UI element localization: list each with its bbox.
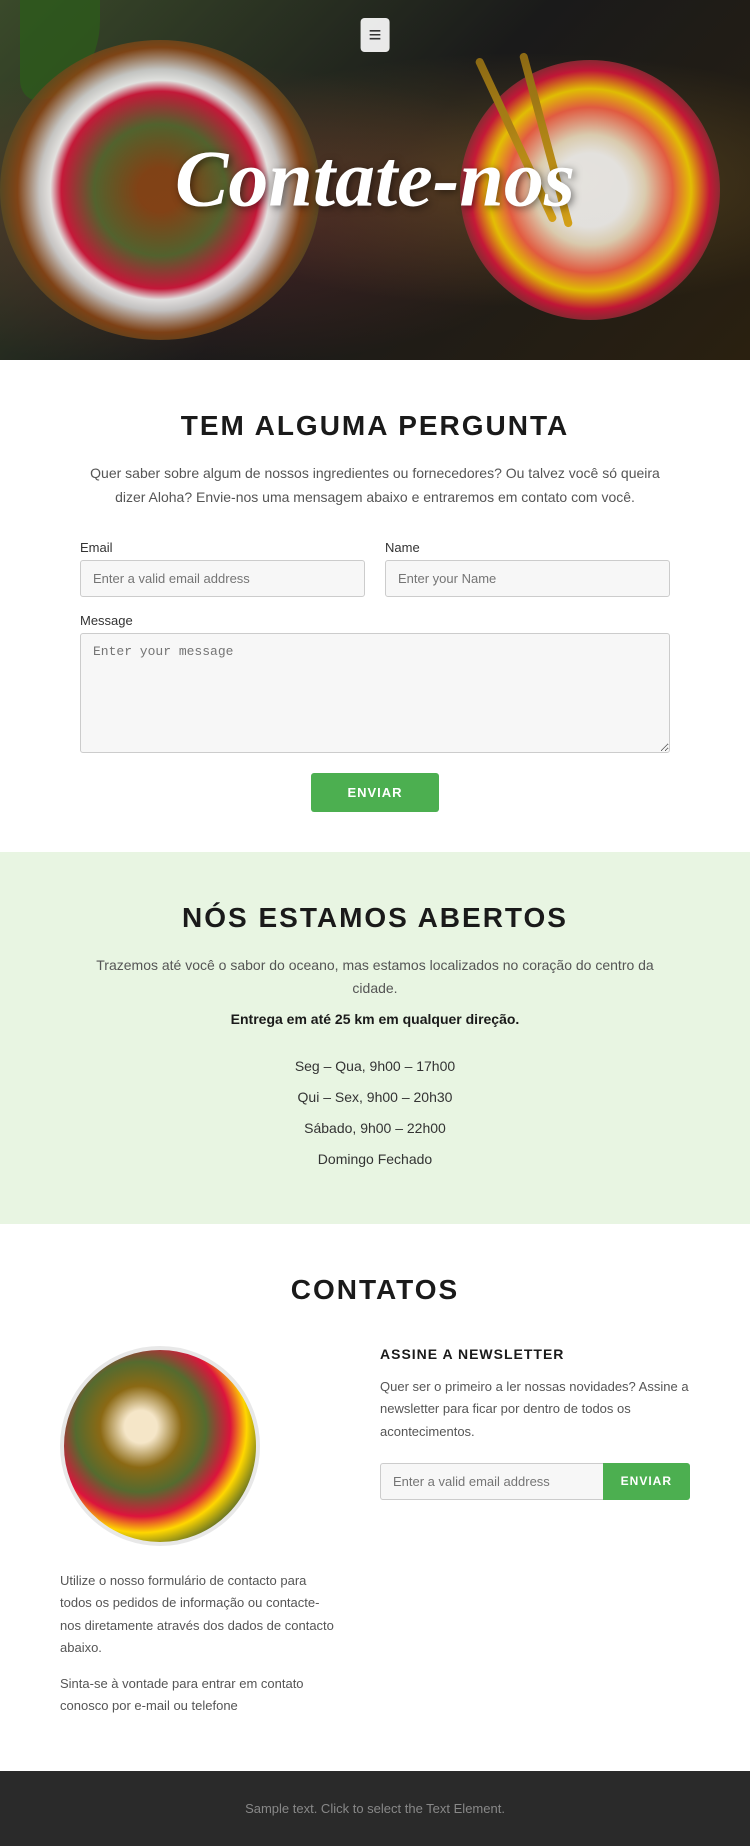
- email-label: Email: [80, 540, 365, 555]
- newsletter-email-input[interactable]: [380, 1463, 603, 1500]
- name-input[interactable]: [385, 560, 670, 597]
- contacts-title: CONTATOS: [60, 1274, 690, 1306]
- open-section-desc: Trazemos até você o sabor do oceano, mas…: [80, 954, 670, 1002]
- form-row-email-name: Email Name: [80, 540, 670, 597]
- message-input[interactable]: [80, 633, 670, 753]
- hours-list: Seg – Qua, 9h00 – 17h00 Qui – Sex, 9h00 …: [80, 1051, 670, 1174]
- hero-section: Contate-nos: [0, 0, 750, 360]
- hero-title: Contate-nos: [175, 135, 575, 226]
- contacts-right-col: ASSINE A NEWSLETTER Quer ser o primeiro …: [380, 1346, 690, 1499]
- newsletter-submit-button[interactable]: ENVIAR: [603, 1463, 690, 1500]
- name-form-group: Name: [385, 540, 670, 597]
- contact-section-desc: Quer saber sobre algum de nossos ingredi…: [80, 462, 670, 510]
- message-form-group: Message: [80, 613, 670, 753]
- open-hours-section: NÓS ESTAMOS ABERTOS Trazemos até você o …: [0, 852, 750, 1225]
- contact-text-1: Utilize o nosso formulário de contacto p…: [60, 1570, 340, 1658]
- hamburger-menu[interactable]: ≡: [361, 18, 390, 52]
- name-label: Name: [385, 540, 670, 555]
- delivery-info: Entrega em até 25 km em qualquer direção…: [80, 1011, 670, 1027]
- food-circle-image: [60, 1346, 260, 1546]
- footer: Sample text. Click to select the Text El…: [0, 1771, 750, 1846]
- contacts-body: Utilize o nosso formulário de contacto p…: [60, 1346, 690, 1731]
- contacts-section: CONTATOS Utilize o nosso formulário de c…: [0, 1224, 750, 1771]
- contacts-left-col: Utilize o nosso formulário de contacto p…: [60, 1346, 340, 1731]
- hours-item-2: Qui – Sex, 9h00 – 20h30: [80, 1082, 670, 1113]
- contact-section-title: TEM ALGUMA PERGUNTA: [80, 410, 670, 442]
- contact-form-section: TEM ALGUMA PERGUNTA Quer saber sobre alg…: [0, 360, 750, 852]
- email-input[interactable]: [80, 560, 365, 597]
- footer-text: Sample text. Click to select the Text El…: [245, 1801, 505, 1816]
- newsletter-desc: Quer ser o primeiro a ler nossas novidad…: [380, 1376, 690, 1442]
- submit-button[interactable]: ENVIAR: [311, 773, 438, 812]
- email-form-group: Email: [80, 540, 365, 597]
- hours-item-3: Sábado, 9h00 – 22h00: [80, 1113, 670, 1144]
- hours-item-1: Seg – Qua, 9h00 – 17h00: [80, 1051, 670, 1082]
- hamburger-icon: ≡: [369, 22, 382, 47]
- message-label: Message: [80, 613, 670, 628]
- newsletter-title: ASSINE A NEWSLETTER: [380, 1346, 690, 1362]
- hours-item-4: Domingo Fechado: [80, 1144, 670, 1175]
- contact-text-2: Sinta-se à vontade para entrar em contat…: [60, 1673, 340, 1717]
- open-section-title: NÓS ESTAMOS ABERTOS: [80, 902, 670, 934]
- newsletter-row: ENVIAR: [380, 1463, 690, 1500]
